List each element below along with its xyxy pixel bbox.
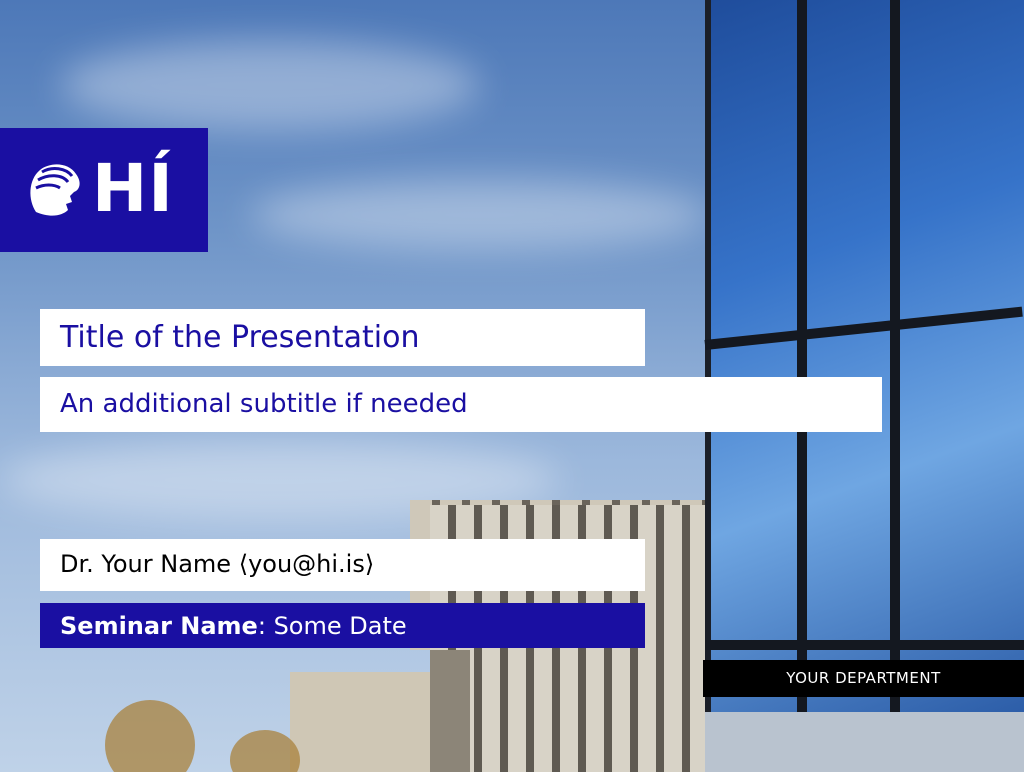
window-frame: [797, 0, 807, 712]
presentation-subtitle: An additional subtitle if needed: [40, 377, 882, 432]
glass-building: [705, 0, 1024, 712]
seminar-line: Seminar Name: Some Date: [40, 603, 645, 648]
presentation-title: Title of the Presentation: [40, 309, 645, 366]
seminar-separator: :: [257, 612, 266, 640]
author-line: Dr. Your Name ⟨you@hi.is⟩: [40, 539, 645, 591]
cloud: [250, 180, 710, 250]
window-frame: [890, 0, 900, 712]
logo-text: HÍ: [92, 150, 174, 227]
building-base: [705, 712, 1024, 772]
window-frame: [705, 640, 1024, 650]
seminar-name: Seminar Name: [60, 612, 258, 640]
university-logo: HÍ: [0, 128, 208, 252]
cloud: [60, 40, 480, 130]
seminar-date: Some Date: [265, 612, 407, 640]
helmeted-head-icon: [30, 164, 80, 216]
department-label: YOUR DEPARTMENT: [703, 660, 1024, 697]
building-block: [290, 672, 430, 772]
building-block: [430, 650, 470, 772]
